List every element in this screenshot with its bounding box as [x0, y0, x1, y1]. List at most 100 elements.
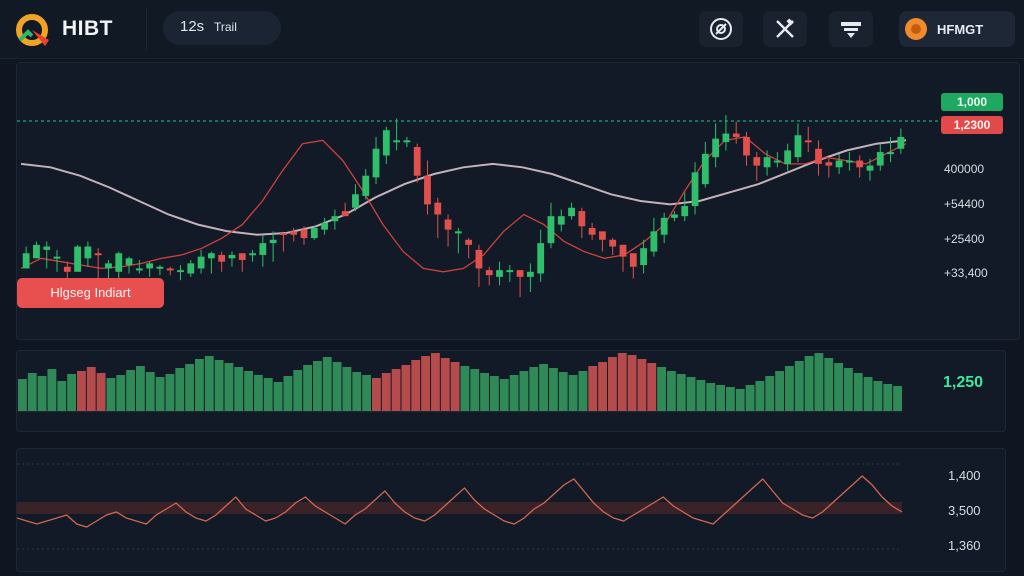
volume-bar	[706, 383, 716, 411]
volume-bar	[578, 371, 588, 411]
candle-body	[804, 140, 812, 143]
oscillator-axis-label: 3,500	[948, 503, 981, 518]
volume-bar	[775, 371, 784, 411]
candle-body	[609, 239, 617, 247]
candle-body	[722, 133, 730, 142]
moving-average-line	[20, 136, 907, 273]
oscillator-axis-label: 1,400	[948, 468, 981, 483]
oscillator-line	[17, 475, 903, 528]
layout-button[interactable]	[829, 11, 873, 47]
volume-bar	[67, 374, 76, 411]
volume-bar	[499, 379, 509, 411]
price-chart-panel[interactable]	[16, 62, 1020, 340]
volume-bar	[145, 372, 155, 411]
volume-bar	[165, 374, 175, 411]
volume-bar	[617, 353, 627, 411]
candle-body	[578, 211, 586, 227]
volume-bar	[696, 380, 706, 411]
candle-body	[341, 211, 349, 217]
volume-bar	[224, 363, 234, 411]
indicator-toggle-button[interactable]: Hlgseg Indiart	[17, 278, 164, 308]
volume-bar	[263, 378, 273, 411]
price-axis-label: +54400	[944, 197, 985, 211]
volume-bar	[883, 384, 893, 411]
volume-bar	[86, 367, 96, 411]
volume-bar	[667, 371, 676, 411]
candle-body	[269, 239, 277, 244]
volume-bar	[598, 362, 607, 411]
candle-body	[156, 266, 164, 269]
candle-body	[280, 233, 287, 236]
candle-body	[496, 270, 503, 277]
volume-bar	[214, 360, 224, 411]
oscillator-panel	[16, 448, 1006, 572]
candle-body	[63, 266, 71, 272]
volume-bar	[716, 385, 725, 411]
volume-bar	[116, 375, 126, 411]
brand-name[interactable]: HIBT	[62, 17, 113, 41]
volume-bar	[539, 364, 548, 411]
volume-bar	[608, 357, 617, 411]
volume-bar	[18, 379, 27, 411]
volume-bar	[421, 356, 430, 411]
volume-bar	[647, 363, 657, 411]
tools-button[interactable]	[763, 11, 807, 47]
candle-body	[681, 206, 689, 217]
volume-value: 1,250	[943, 374, 984, 391]
last-price-tag: 1,000	[941, 93, 1003, 111]
candle-body	[732, 133, 740, 137]
volume-bar	[293, 370, 303, 411]
candle-body	[516, 270, 524, 277]
candle-body	[74, 246, 81, 272]
volume-bar	[558, 372, 568, 411]
interval-selector[interactable]: 12s Trail	[163, 11, 281, 45]
volume-bar	[637, 359, 647, 411]
volume-bar	[372, 378, 381, 411]
volume-bar	[765, 376, 775, 411]
volume-bar	[755, 381, 765, 411]
candle-body	[382, 130, 390, 156]
candle-body	[249, 253, 256, 256]
volume-bar	[313, 361, 322, 411]
volume-bar	[37, 376, 47, 411]
volume-bar	[470, 369, 480, 411]
volume-bar	[519, 371, 529, 411]
candle-body	[475, 249, 483, 269]
candle-body	[372, 148, 380, 178]
candle-body	[362, 175, 370, 196]
candle-body	[599, 231, 606, 240]
candle-body	[485, 270, 493, 276]
candle-body	[568, 207, 575, 217]
volume-bar	[450, 362, 460, 411]
volume-bar	[204, 356, 214, 411]
candle-body	[619, 244, 627, 257]
user-menu[interactable]: HFMGT	[899, 11, 1015, 47]
compass-icon	[710, 18, 732, 40]
candle-body	[526, 271, 534, 277]
volume-bar	[509, 375, 519, 411]
volume-bar	[47, 369, 57, 411]
volume-bar	[195, 359, 204, 411]
candle-body	[825, 162, 833, 166]
candle-body	[197, 256, 205, 269]
volume-bar	[657, 367, 666, 411]
volume-bar	[254, 375, 263, 411]
candle-body	[352, 194, 359, 208]
moving-average-line	[20, 139, 907, 236]
candle-body	[660, 217, 668, 235]
volume-bar	[431, 353, 440, 411]
volume-bar	[794, 361, 804, 411]
volume-bar	[804, 356, 814, 411]
volume-bar	[627, 355, 637, 411]
volume-bar	[844, 368, 853, 411]
volume-bar	[490, 376, 499, 411]
volume-bar	[283, 376, 293, 411]
volume-bar	[273, 382, 283, 411]
candle-body	[454, 231, 462, 234]
candle-body	[640, 248, 647, 266]
price-chart[interactable]	[17, 63, 1019, 339]
volume-bar	[549, 368, 558, 411]
candle-body	[629, 253, 637, 267]
candle-body	[22, 253, 30, 269]
compass-button[interactable]	[699, 11, 743, 47]
